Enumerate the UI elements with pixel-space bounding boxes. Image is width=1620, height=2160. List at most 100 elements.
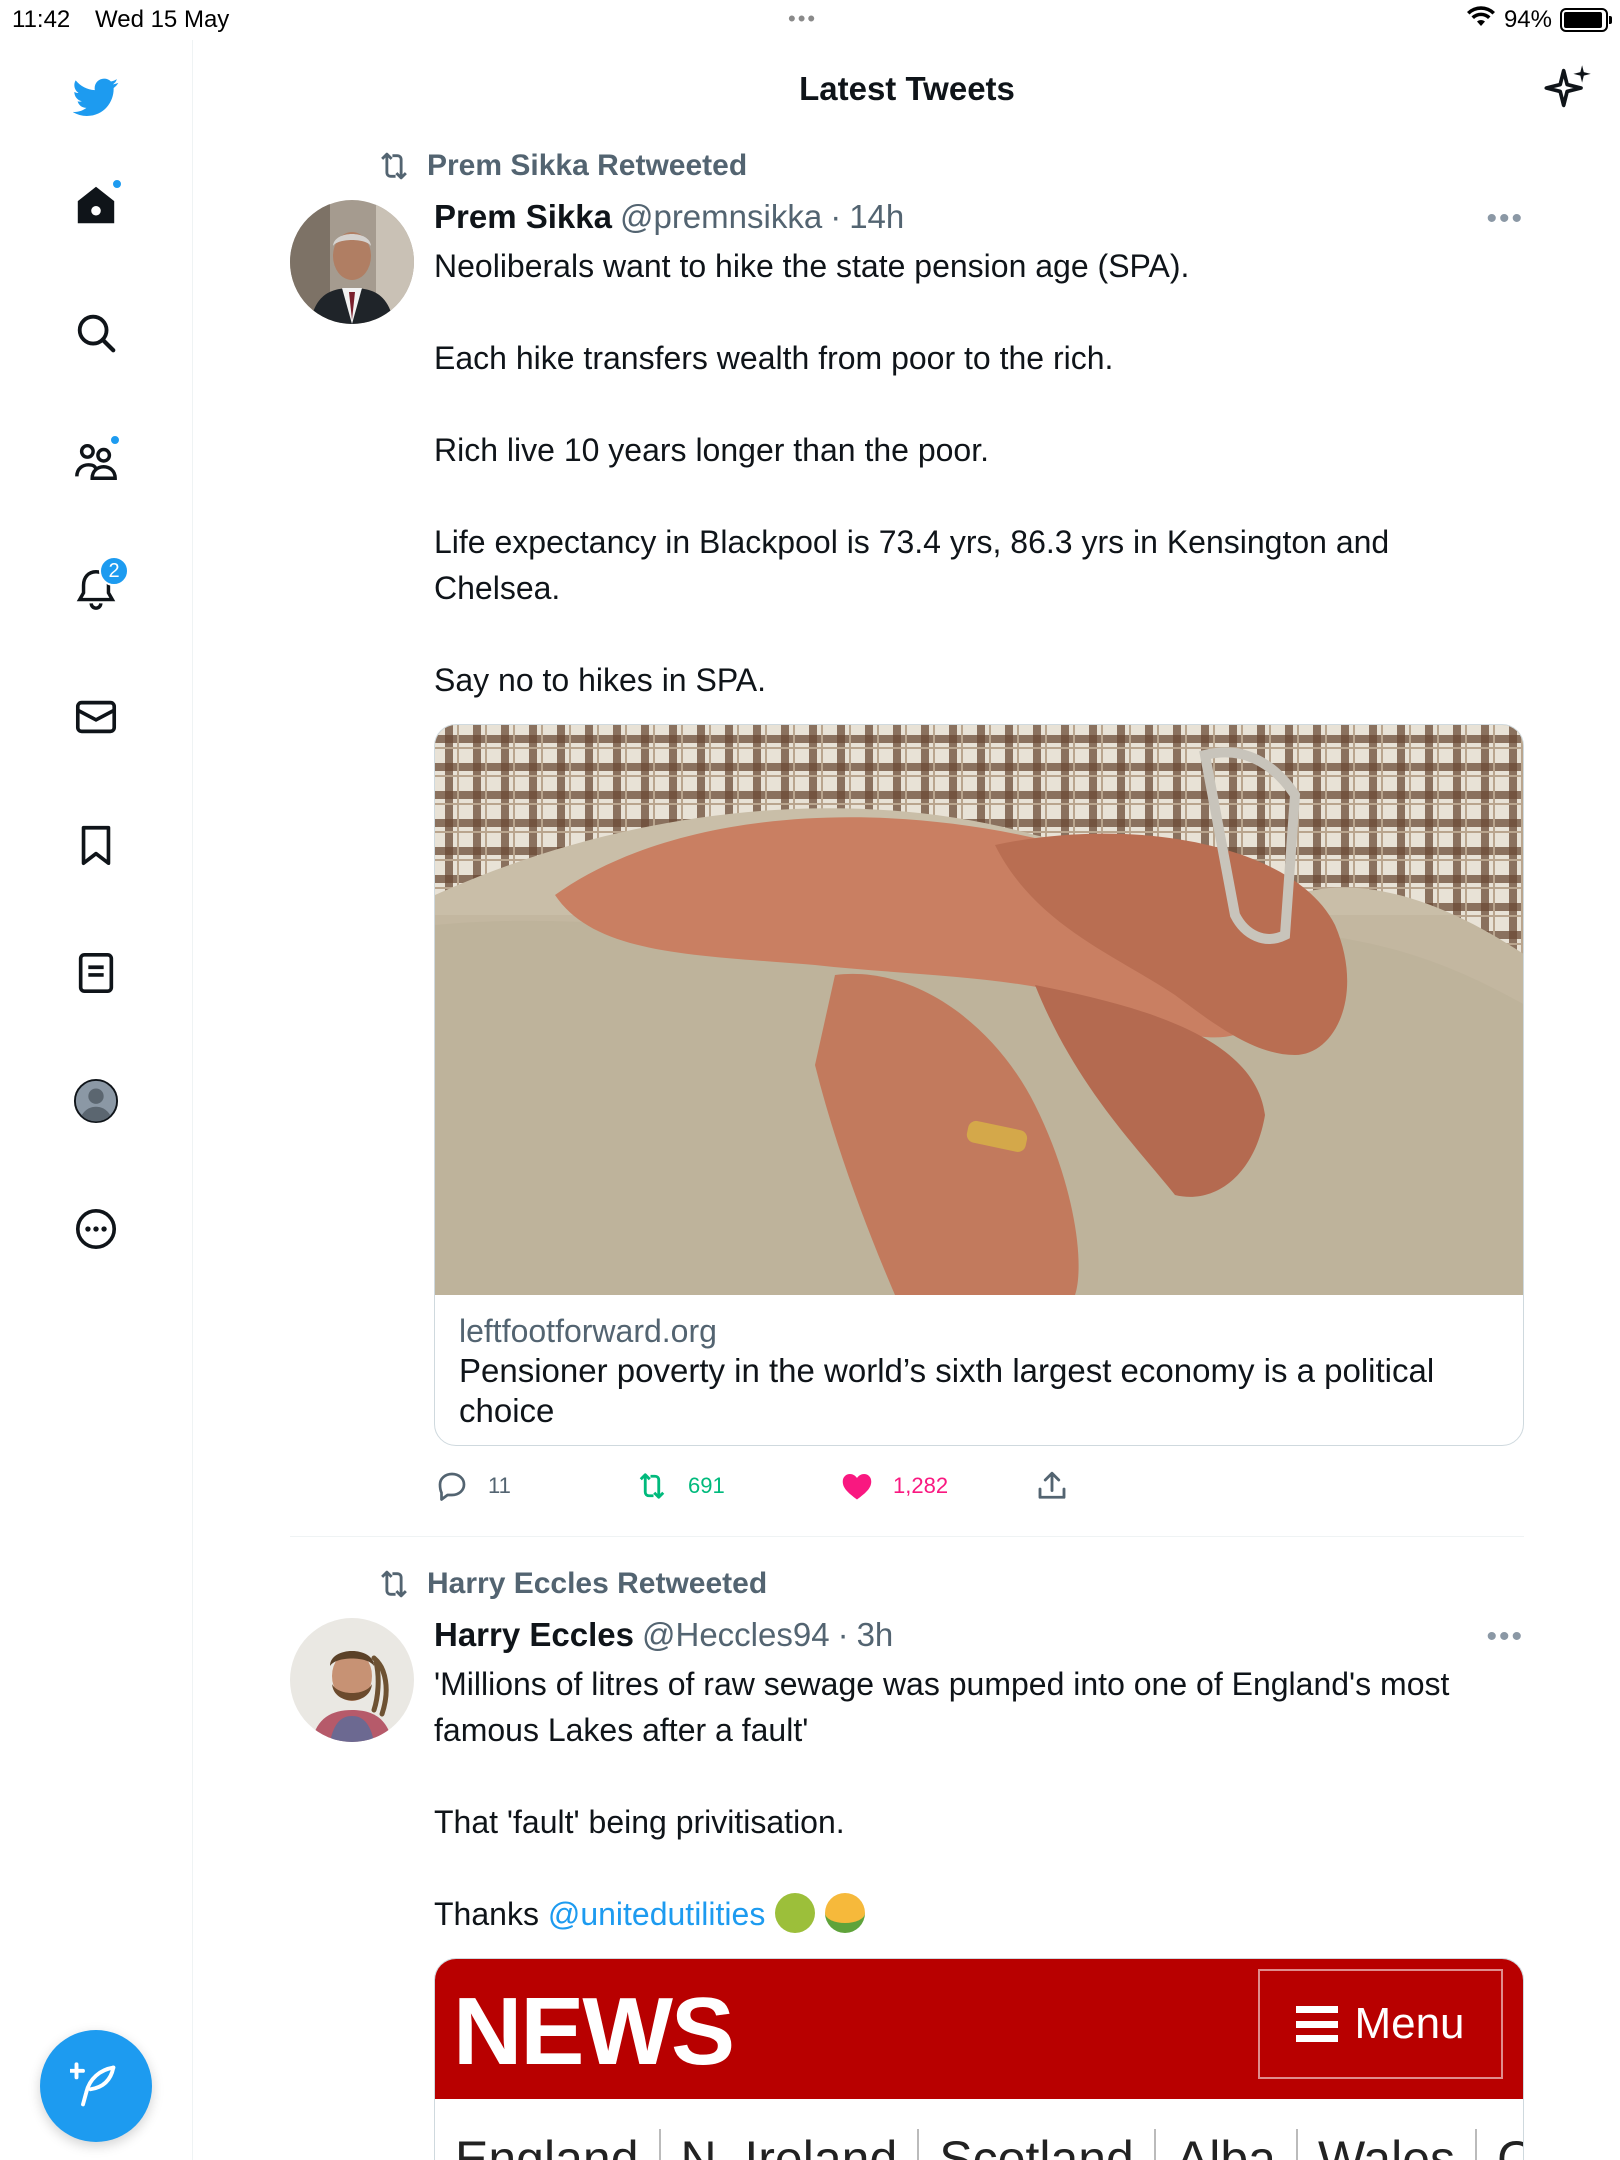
tweet-divider — [290, 1536, 1524, 1537]
retweet-count: 691 — [688, 1473, 725, 1498]
profile-icon[interactable] — [65, 1070, 127, 1132]
tweet-line: That 'fault' being privitisation. — [434, 1804, 845, 1840]
sparkle-icon[interactable] — [1542, 62, 1594, 114]
tweet-time[interactable]: 14h — [849, 198, 904, 236]
tweet-line: 'Millions of litres of raw sewage was pu… — [434, 1666, 1450, 1748]
status-date: Wed 15 May — [95, 6, 230, 33]
link-card[interactable]: leftfootforward.org Pensioner poverty in… — [434, 724, 1524, 1446]
tweet-line — [434, 611, 1524, 657]
timeline-header: Latest Tweets — [194, 40, 1620, 140]
tweet[interactable]: Harry Eccles Retweeted Harry Eccles @Hec… — [290, 1558, 1524, 2160]
compose-feather-icon — [70, 2062, 116, 2107]
share-button[interactable] — [1034, 1468, 1070, 1504]
tweet-line: Say no to hikes in SPA. — [434, 662, 767, 698]
notifications-badge: 2 — [99, 556, 129, 586]
tweet-line: Each hike transfers wealth from poor to … — [434, 340, 1114, 376]
wifi-icon — [1466, 4, 1496, 35]
reply-button[interactable]: 11 — [434, 1468, 634, 1504]
retweet-button[interactable]: 691 — [634, 1468, 839, 1504]
news-nav-item: Alba — [1156, 2129, 1298, 2160]
tweet-text: 'Millions of litres of raw sewage was pu… — [434, 1661, 1524, 1937]
news-nav-item: Scotland — [919, 2129, 1156, 2160]
tweet-time[interactable]: 3h — [857, 1616, 894, 1654]
news-nav-item: Cyr — [1477, 2129, 1523, 2160]
separator: · — [830, 198, 842, 235]
separator: · — [837, 1616, 849, 1653]
heart-icon — [842, 1474, 872, 1500]
tweet-line — [434, 1845, 1524, 1891]
link-card-image — [435, 725, 1523, 1295]
reply-icon — [438, 1472, 466, 1501]
tweet-line — [434, 473, 1524, 519]
hamburger-icon — [1296, 2006, 1339, 2042]
compose-tweet-button[interactable] — [40, 2030, 152, 2142]
share-icon — [1038, 1471, 1066, 1499]
news-banner: NEWS Menu — [435, 1959, 1523, 2099]
battery-percent: 94% — [1503, 5, 1552, 33]
tweet[interactable]: Prem Sikka Retweeted Prem Sikka @premnsi… — [290, 140, 1524, 1520]
news-nav-item: N. Ireland — [661, 2129, 920, 2160]
link-card-domain: leftfootforward.org — [459, 1313, 717, 1349]
author-handle[interactable]: @premnsikka — [620, 198, 822, 236]
nauseated-face-emoji-icon — [775, 1893, 816, 1933]
news-nav: England N. Ireland Scotland Alba Wales C… — [435, 2099, 1523, 2160]
author-name[interactable]: Harry Eccles — [434, 1616, 634, 1654]
communities-unread-dot — [109, 434, 121, 446]
author-name[interactable]: Prem Sikka — [434, 198, 612, 236]
tweet-actions: 11 691 1,282 — [434, 1468, 1070, 1504]
home-icon[interactable] — [65, 174, 127, 236]
tweet-line — [434, 381, 1524, 427]
thanks-text: Thanks — [434, 1896, 548, 1932]
tweet-line: Thanks @unitedutilities — [434, 1891, 1524, 1937]
news-menu-label: Menu — [1354, 1999, 1465, 2048]
tweet-header: Prem Sikka @premnsikka · 14h — [434, 198, 904, 236]
author-handle[interactable]: @Heccles94 — [642, 1616, 830, 1654]
messages-icon[interactable] — [65, 686, 127, 748]
news-menu-button: Menu — [1258, 1969, 1503, 2079]
like-button[interactable]: 1,282 — [839, 1468, 1034, 1504]
retweet-icon — [639, 1473, 665, 1499]
tweet-line: Neoliberals want to hike the state pensi… — [434, 248, 1190, 284]
tweet-text: Neoliberals want to hike the state pensi… — [434, 243, 1524, 703]
tweet-line — [434, 1753, 1524, 1799]
more-options-button[interactable]: ••• — [1486, 202, 1524, 236]
status-bar: 11:42 Wed 15 May ••• 94% — [0, 0, 1620, 40]
twitter-logo-icon[interactable] — [65, 66, 127, 128]
avatar[interactable] — [290, 200, 414, 324]
battery-icon — [1560, 7, 1612, 32]
retweet-context: Prem Sikka Retweeted — [375, 146, 747, 186]
lists-icon[interactable] — [65, 942, 127, 1004]
retweeted-by-label: Harry Eccles Retweeted — [427, 1567, 768, 1600]
bookmarks-icon[interactable] — [65, 814, 127, 876]
retweet-small-icon — [381, 152, 407, 180]
multitasking-dots[interactable]: ••• — [788, 6, 817, 32]
tweet-line: Life expectancy in Blackpool is 73.4 yrs… — [434, 524, 1390, 606]
tweet-header: Harry Eccles @Heccles94 · 3h — [434, 1616, 893, 1654]
retweet-small-icon — [381, 1570, 407, 1598]
more-options-button[interactable]: ••• — [1486, 1620, 1524, 1654]
more-options-icon[interactable] — [65, 1198, 127, 1260]
mention-link[interactable]: @unitedutilities — [548, 1896, 765, 1932]
notifications-icon[interactable]: 2 — [65, 556, 129, 620]
avatar[interactable] — [290, 1618, 414, 1742]
page-title: Latest Tweets — [799, 70, 1015, 107]
news-nav-item: England — [455, 2129, 661, 2160]
retweeted-by-label: Prem Sikka Retweeted — [427, 149, 748, 182]
news-nav-item: Wales — [1298, 2129, 1478, 2160]
like-count: 1,282 — [893, 1473, 949, 1498]
status-indicators: 94% — [1466, 4, 1612, 35]
search-icon[interactable] — [65, 302, 127, 364]
link-card-meta: leftfootforward.org Pensioner poverty in… — [435, 1295, 1523, 1445]
retweet-context: Harry Eccles Retweeted — [375, 1564, 767, 1604]
home-unread-dot — [111, 178, 123, 190]
tweet-line — [434, 289, 1524, 335]
vomiting-face-emoji-icon — [825, 1893, 866, 1933]
news-media-card[interactable]: NEWS Menu England N. Ireland Scotland Al… — [434, 1958, 1524, 2160]
communities-icon[interactable] — [65, 430, 127, 492]
news-logo-text: NEWS — [453, 1978, 735, 2085]
sidebar: 2 — [0, 40, 193, 2160]
status-time: 11:42 — [12, 6, 71, 33]
link-card-title: Pensioner poverty in the world’s sixth l… — [459, 1352, 1435, 1429]
reply-count: 11 — [488, 1473, 511, 1498]
tweet-line: Rich live 10 years longer than the poor. — [434, 432, 989, 468]
